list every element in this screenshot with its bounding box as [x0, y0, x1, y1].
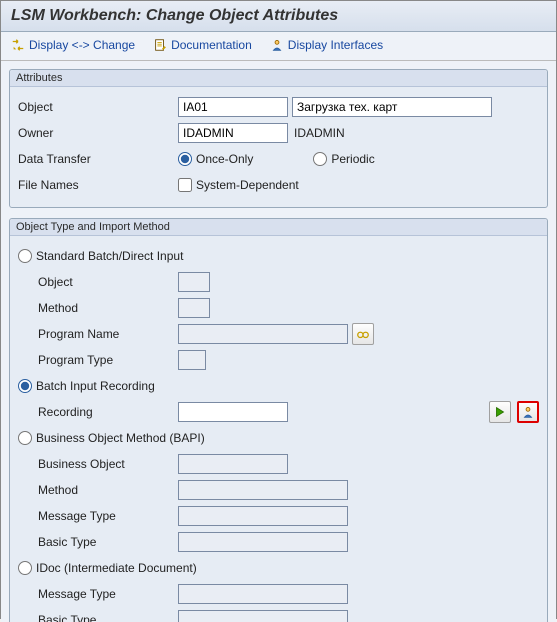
idoc-msgtype-label: Message Type — [18, 587, 178, 601]
person-icon — [270, 38, 284, 52]
bo-input — [178, 454, 288, 474]
import-method-group: Object Type and Import Method Standard B… — [9, 218, 548, 622]
once-only-radio[interactable] — [178, 152, 192, 166]
display-change-label: Display <-> Change — [29, 38, 135, 52]
idoc-label: IDoc (Intermediate Document) — [36, 561, 197, 575]
bapi-label: Business Object Method (BAPI) — [36, 431, 205, 445]
idoc-radio[interactable] — [18, 561, 32, 575]
object-input[interactable] — [178, 97, 288, 117]
arrow-right-icon — [493, 405, 507, 419]
periodic-label: Periodic — [331, 152, 374, 166]
idoc-basictype-input — [178, 610, 348, 622]
recording-next-button[interactable] — [489, 401, 511, 423]
attributes-group: Attributes Object Owner IDADMIN Data Tra… — [9, 69, 548, 208]
owner-desc: IDADMIN — [294, 126, 345, 140]
bo-msgtype-input — [178, 506, 348, 526]
documentation-label: Documentation — [171, 38, 252, 52]
bo-method-input — [178, 480, 348, 500]
std-program-type-label: Program Type — [18, 353, 178, 367]
batch-label: Batch Input Recording — [36, 379, 155, 393]
file-names-label: File Names — [18, 178, 178, 192]
std-program-type-input — [178, 350, 206, 370]
page-title: LSM Workbench: Change Object Attributes — [11, 7, 546, 25]
standard-radio[interactable] — [18, 249, 32, 263]
attributes-title: Attributes — [10, 70, 547, 87]
display-change-button[interactable]: Display <-> Change — [11, 38, 135, 52]
once-only-label: Once-Only — [196, 152, 253, 166]
periodic-radio[interactable] — [313, 152, 327, 166]
title-bar: LSM Workbench: Change Object Attributes — [1, 1, 556, 32]
bo-basictype-label: Basic Type — [18, 535, 178, 549]
std-program-label: Program Name — [18, 327, 178, 341]
bo-label: Business Object — [18, 457, 178, 471]
system-dependent-label: System-Dependent — [196, 178, 299, 192]
bo-msgtype-label: Message Type — [18, 509, 178, 523]
idoc-basictype-label: Basic Type — [18, 613, 178, 622]
display-interfaces-label: Display Interfaces — [288, 38, 383, 52]
idoc-msgtype-input — [178, 584, 348, 604]
std-program-input — [178, 324, 348, 344]
recording-user-button[interactable] — [517, 401, 539, 423]
glasses-icon — [356, 327, 370, 341]
program-help-button[interactable] — [352, 323, 374, 345]
bo-basictype-input — [178, 532, 348, 552]
document-icon — [153, 38, 167, 52]
system-dependent-checkbox[interactable] — [178, 178, 192, 192]
documentation-button[interactable]: Documentation — [153, 38, 252, 52]
batch-radio[interactable] — [18, 379, 32, 393]
std-object-input — [178, 272, 210, 292]
person-small-icon — [521, 405, 535, 419]
data-transfer-label: Data Transfer — [18, 152, 178, 166]
toolbar: Display <-> Change Documentation Display… — [1, 32, 556, 61]
standard-label: Standard Batch/Direct Input — [36, 249, 183, 263]
import-method-title: Object Type and Import Method — [10, 219, 547, 236]
bo-method-label: Method — [18, 483, 178, 497]
recording-input[interactable] — [178, 402, 288, 422]
bapi-radio[interactable] — [18, 431, 32, 445]
std-method-input — [178, 298, 210, 318]
display-interfaces-button[interactable]: Display Interfaces — [270, 38, 383, 52]
object-label: Object — [18, 100, 178, 114]
toggle-icon — [11, 38, 25, 52]
std-method-label: Method — [18, 301, 178, 315]
recording-label: Recording — [18, 405, 178, 419]
owner-input[interactable] — [178, 123, 288, 143]
std-object-label: Object — [18, 275, 178, 289]
object-desc-input[interactable] — [292, 97, 492, 117]
owner-label: Owner — [18, 126, 178, 140]
